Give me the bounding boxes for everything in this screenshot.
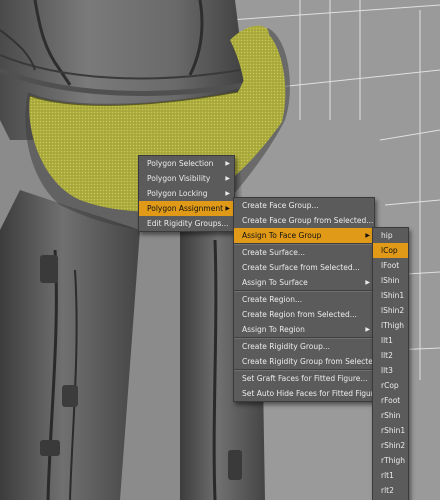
face-group-item-rlt1[interactable]: rlt1 (373, 468, 408, 483)
submenu-arrow-icon: ▶ (365, 232, 370, 239)
menu-item-label: lThigh (381, 321, 405, 330)
face-group-item-rshin[interactable]: rShin (373, 408, 408, 423)
submenu-arrow-icon: ▶ (225, 190, 230, 197)
submenu-item-create-surface-from-selected[interactable]: Create Surface from Selected... (234, 260, 374, 275)
submenu-item-create-rigidity-group-from-selected[interactable]: Create Rigidity Group from Selected... (234, 354, 385, 369)
face-group-item-lfoot[interactable]: lFoot (373, 258, 408, 273)
face-group-item-llt1[interactable]: llt1 (373, 333, 408, 348)
menu-item-label: llt1 (381, 336, 393, 345)
face-group-item-rcop[interactable]: rCop (373, 378, 408, 393)
figure-left-leg (0, 190, 140, 500)
face-group-item-rshin2[interactable]: rShin2 (373, 438, 408, 453)
menu-item-label: lFoot (381, 261, 400, 270)
face-group-item-rfoot[interactable]: rFoot (373, 393, 408, 408)
submenu-item-assign-to-region[interactable]: Assign To Region ▶ (234, 322, 374, 337)
submenu-item-set-auto-hide-faces-for-fitted-figure[interactable]: Set Auto Hide Faces for Fitted Figure... (234, 386, 385, 401)
menu-item-polygon-locking[interactable]: Polygon Locking ▶ (139, 186, 234, 201)
face-group-item-rthigh[interactable]: rThigh (373, 453, 408, 468)
menu-item-label: Create Surface... (242, 248, 306, 257)
menu-item-label: Assign To Surface (242, 278, 308, 287)
menu-item-label: Polygon Visibility (147, 174, 211, 183)
submenu-arrow-icon: ▶ (365, 279, 370, 286)
submenu-arrow-icon: ▶ (365, 326, 370, 333)
submenu-item-create-region[interactable]: Create Region... (234, 292, 374, 307)
menu-item-label: Polygon Selection (147, 159, 214, 168)
context-menu: Polygon Selection ▶ Polygon Visibility ▶ Pol… (138, 155, 235, 232)
menu-item-label: lCop (381, 246, 398, 255)
menu-item-label: llt3 (381, 366, 393, 375)
submenu-item-create-face-group[interactable]: Create Face Group... (234, 198, 374, 213)
face-group-item-lthigh[interactable]: lThigh (373, 318, 408, 333)
face-group-item-lcop[interactable]: lCop (373, 243, 408, 258)
face-group-item-rshin1[interactable]: rShin1 (373, 423, 408, 438)
menu-item-label: rShin1 (381, 426, 406, 435)
submenu-item-assign-to-face-group[interactable]: Assign To Face Group ▶ (234, 228, 374, 243)
3d-viewport[interactable]: Polygon Selection ▶ Polygon Visibility ▶ Pol… (0, 0, 440, 500)
menu-item-label: rShin2 (381, 441, 406, 450)
menu-item-label: Create Rigidity Group... (242, 342, 331, 351)
submenu-item-set-graft-faces-for-fitted-figure[interactable]: Set Graft Faces for Fitted Figure... (234, 371, 374, 386)
polygon-assignment-submenu: Create Face Group... Create Face Group fr… (233, 197, 385, 402)
face-group-item-llt2[interactable]: llt2 (373, 348, 408, 363)
menu-item-label: Set Graft Faces for Fitted Figure... (242, 374, 368, 383)
face-group-item-lshin1[interactable]: lShin1 (373, 288, 408, 303)
face-group-item-rlt2[interactable]: rlt2 (373, 483, 408, 498)
menu-item-label: lShin2 (381, 306, 405, 315)
menu-item-polygon-assignment[interactable]: Polygon Assignment ▶ (139, 201, 234, 216)
submenu-item-assign-to-surface[interactable]: Assign To Surface ▶ (234, 275, 374, 290)
menu-item-label: Create Region from Selected... (242, 310, 357, 319)
face-group-item-lshin2[interactable]: lShin2 (373, 303, 408, 318)
menu-item-label: Edit Rigidity Groups... (147, 219, 229, 228)
menu-item-label: lShin1 (381, 291, 405, 300)
menu-item-polygon-selection[interactable]: Polygon Selection ▶ (139, 156, 234, 171)
menu-item-label: rShin (381, 411, 401, 420)
menu-item-label: rThigh (381, 456, 406, 465)
face-group-submenu: hip lCop lFoot lShin lShin1 lShin2 lThigh llt1 l… (372, 227, 409, 500)
menu-item-label: Set Auto Hide Faces for Fitted Figure... (242, 389, 386, 398)
face-group-item-llt3[interactable]: llt3 (373, 363, 408, 378)
submenu-arrow-icon: ▶ (225, 205, 230, 212)
face-group-item-hip[interactable]: hip (373, 228, 408, 243)
submenu-arrow-icon: ▶ (225, 160, 230, 167)
menu-item-label: rCop (381, 381, 399, 390)
menu-item-label: Create Rigidity Group from Selected... (242, 357, 385, 366)
menu-item-label: llt2 (381, 351, 393, 360)
menu-item-polygon-visibility[interactable]: Polygon Visibility ▶ (139, 171, 234, 186)
submenu-item-create-region-from-selected[interactable]: Create Region from Selected... (234, 307, 374, 322)
menu-item-label: rlt2 (381, 486, 394, 495)
menu-item-label: Assign To Face Group (242, 231, 322, 240)
menu-item-label: rlt1 (381, 471, 394, 480)
menu-item-label: Create Surface from Selected... (242, 263, 360, 272)
face-group-item-lshin[interactable]: lShin (373, 273, 408, 288)
submenu-item-create-rigidity-group[interactable]: Create Rigidity Group... (234, 339, 374, 354)
menu-item-edit-rigidity-groups[interactable]: Edit Rigidity Groups... (139, 216, 234, 231)
menu-item-label: lShin (381, 276, 400, 285)
menu-item-label: Assign To Region (242, 325, 305, 334)
menu-item-label: Create Region... (242, 295, 303, 304)
menu-item-label: rFoot (381, 396, 401, 405)
submenu-item-create-surface[interactable]: Create Surface... (234, 245, 374, 260)
menu-item-label: Create Face Group... (242, 201, 319, 210)
submenu-item-create-face-group-from-selected[interactable]: Create Face Group from Selected... (234, 213, 374, 228)
submenu-arrow-icon: ▶ (225, 175, 230, 182)
menu-item-label: Polygon Assignment (147, 204, 224, 213)
menu-item-label: Polygon Locking (147, 189, 208, 198)
menu-item-label: hip (381, 231, 393, 240)
menu-item-label: Create Face Group from Selected... (242, 216, 374, 225)
